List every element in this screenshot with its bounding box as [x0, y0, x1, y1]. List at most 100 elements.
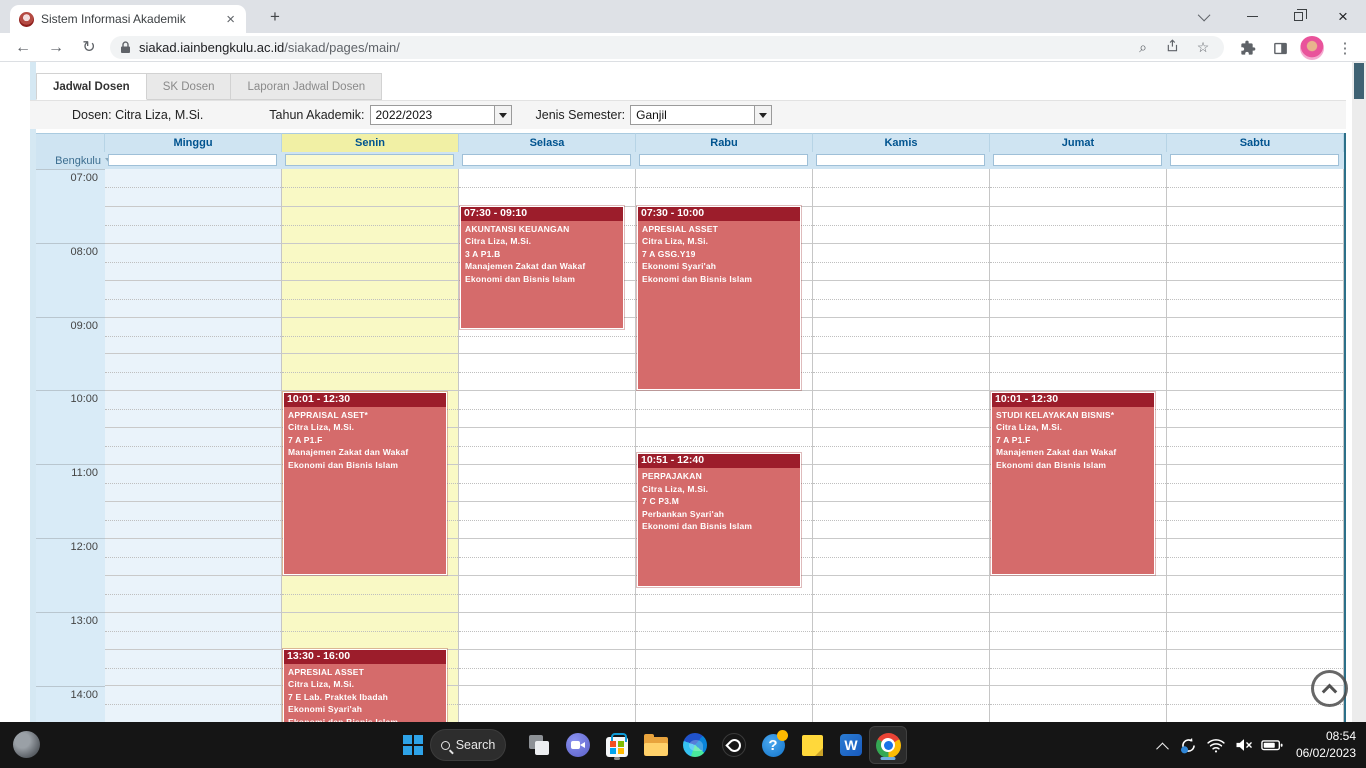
time-slot[interactable]	[105, 243, 281, 280]
time-slot[interactable]	[813, 685, 989, 722]
day-column-kamis[interactable]	[813, 169, 990, 722]
time-slot[interactable]	[105, 538, 281, 575]
day-header-sabtu[interactable]: Sabtu	[1167, 133, 1344, 152]
browser-menu-icon[interactable]: ⋮	[1333, 36, 1357, 60]
time-slot[interactable]	[813, 575, 989, 612]
time-slot[interactable]	[282, 280, 458, 317]
time-slot[interactable]	[1167, 353, 1343, 390]
time-slot[interactable]	[459, 575, 635, 612]
day-header-kamis[interactable]: Kamis	[813, 133, 990, 152]
schedule-event[interactable]: 13:30 - 16:00APRESIAL ASSETCitra Liza, M…	[283, 649, 447, 722]
time-slot[interactable]	[282, 353, 458, 390]
schedule-event[interactable]: 10:01 - 12:30STUDI KELAYAKAN BISNIS*Citr…	[991, 392, 1155, 575]
forward-button[interactable]: →	[43, 35, 69, 61]
back-button[interactable]: ←	[10, 35, 36, 61]
time-slot[interactable]	[990, 353, 1166, 390]
time-slot[interactable]	[105, 612, 281, 649]
region-selector[interactable]: Bengkulu	[36, 153, 119, 168]
time-slot[interactable]	[459, 353, 635, 390]
window-close-button[interactable]: ×	[1320, 0, 1366, 33]
time-slot[interactable]	[282, 243, 458, 280]
task-view-button[interactable]	[523, 729, 555, 761]
time-slot[interactable]	[1167, 206, 1343, 243]
time-slot[interactable]	[282, 169, 458, 206]
sticky-notes-button[interactable]	[796, 729, 828, 761]
time-slot[interactable]	[990, 317, 1166, 354]
time-slot[interactable]	[1167, 317, 1343, 354]
time-slot[interactable]	[990, 243, 1166, 280]
file-explorer-button[interactable]	[640, 729, 672, 761]
day-header-minggu[interactable]: Minggu	[105, 133, 282, 152]
time-slot[interactable]	[282, 317, 458, 354]
time-slot[interactable]	[1167, 464, 1343, 501]
reload-button[interactable]: ↻	[76, 35, 102, 61]
time-slot[interactable]	[636, 390, 812, 427]
allday-cell-senin[interactable]	[285, 154, 454, 166]
share-icon[interactable]	[1162, 39, 1184, 56]
time-slot[interactable]	[105, 464, 281, 501]
extensions-icon[interactable]	[1236, 36, 1260, 60]
time-slot[interactable]	[990, 280, 1166, 317]
scroll-to-top-button[interactable]	[1311, 670, 1348, 707]
chrome-button[interactable]	[872, 729, 904, 761]
scrollbar-thumb[interactable]	[1354, 63, 1364, 99]
time-slot[interactable]	[636, 685, 812, 722]
day-header-selasa[interactable]: Selasa	[459, 133, 636, 152]
time-slot[interactable]	[636, 649, 812, 686]
window-minimize-button[interactable]	[1229, 0, 1275, 33]
schedule-event[interactable]: 07:30 - 09:10AKUNTANSI KEUANGANCitra Liz…	[460, 206, 624, 329]
time-slot[interactable]	[990, 612, 1166, 649]
time-slot[interactable]	[459, 649, 635, 686]
tab-search-button[interactable]	[1182, 0, 1228, 33]
zoom-out-icon[interactable]: ⌕	[1132, 39, 1154, 56]
start-button[interactable]	[397, 729, 429, 761]
taskbar-clock[interactable]: 08:54 06/02/2023	[1296, 728, 1356, 761]
side-panel-icon[interactable]	[1268, 36, 1292, 60]
time-slot[interactable]	[105, 169, 281, 206]
time-slot[interactable]	[105, 390, 281, 427]
address-bar[interactable]: siakad.iainbengkulu.ac.id/siakad/pages/m…	[110, 36, 1224, 59]
time-slot[interactable]	[105, 280, 281, 317]
time-slot[interactable]	[459, 501, 635, 538]
time-slot[interactable]	[1167, 390, 1343, 427]
allday-cell-minggu[interactable]	[108, 154, 277, 166]
time-slot[interactable]	[1167, 501, 1343, 538]
schedule-event[interactable]: 10:01 - 12:30APPRAISAL ASET*Citra Liza, …	[283, 392, 447, 575]
time-slot[interactable]	[1167, 575, 1343, 612]
time-slot[interactable]	[282, 575, 458, 612]
allday-cell-jumat[interactable]	[993, 154, 1162, 166]
time-slot[interactable]	[1167, 612, 1343, 649]
taskbar-search[interactable]: Search	[430, 729, 506, 761]
time-slot[interactable]	[636, 612, 812, 649]
time-slot[interactable]	[813, 649, 989, 686]
time-slot[interactable]	[1167, 427, 1343, 464]
browser-tab[interactable]: Sistem Informasi Akademik ×	[10, 5, 246, 33]
time-slot[interactable]	[105, 649, 281, 686]
time-slot[interactable]	[813, 501, 989, 538]
time-slot[interactable]	[105, 427, 281, 464]
time-slot[interactable]	[459, 538, 635, 575]
time-slot[interactable]	[1167, 280, 1343, 317]
time-slot[interactable]	[459, 612, 635, 649]
day-column-minggu[interactable]	[105, 169, 282, 722]
app-ring-button[interactable]	[718, 729, 750, 761]
time-slot[interactable]	[813, 390, 989, 427]
time-slot[interactable]	[459, 427, 635, 464]
time-slot[interactable]	[813, 317, 989, 354]
new-tab-button[interactable]: +	[262, 7, 288, 29]
time-slot[interactable]	[1167, 169, 1343, 206]
time-slot[interactable]	[636, 169, 812, 206]
time-slot[interactable]	[990, 169, 1166, 206]
time-slot[interactable]	[459, 169, 635, 206]
window-restore-button[interactable]	[1275, 0, 1321, 33]
time-slot[interactable]	[813, 280, 989, 317]
widgets-icon[interactable]	[13, 731, 40, 758]
time-slot[interactable]	[813, 538, 989, 575]
time-slot[interactable]	[813, 612, 989, 649]
time-slot[interactable]	[105, 353, 281, 390]
time-slot[interactable]	[282, 612, 458, 649]
allday-cell-sabtu[interactable]	[1170, 154, 1339, 166]
microsoft-store-button[interactable]	[601, 729, 633, 761]
day-header-senin[interactable]: Senin	[282, 133, 459, 152]
battery-button[interactable]	[1256, 729, 1288, 761]
